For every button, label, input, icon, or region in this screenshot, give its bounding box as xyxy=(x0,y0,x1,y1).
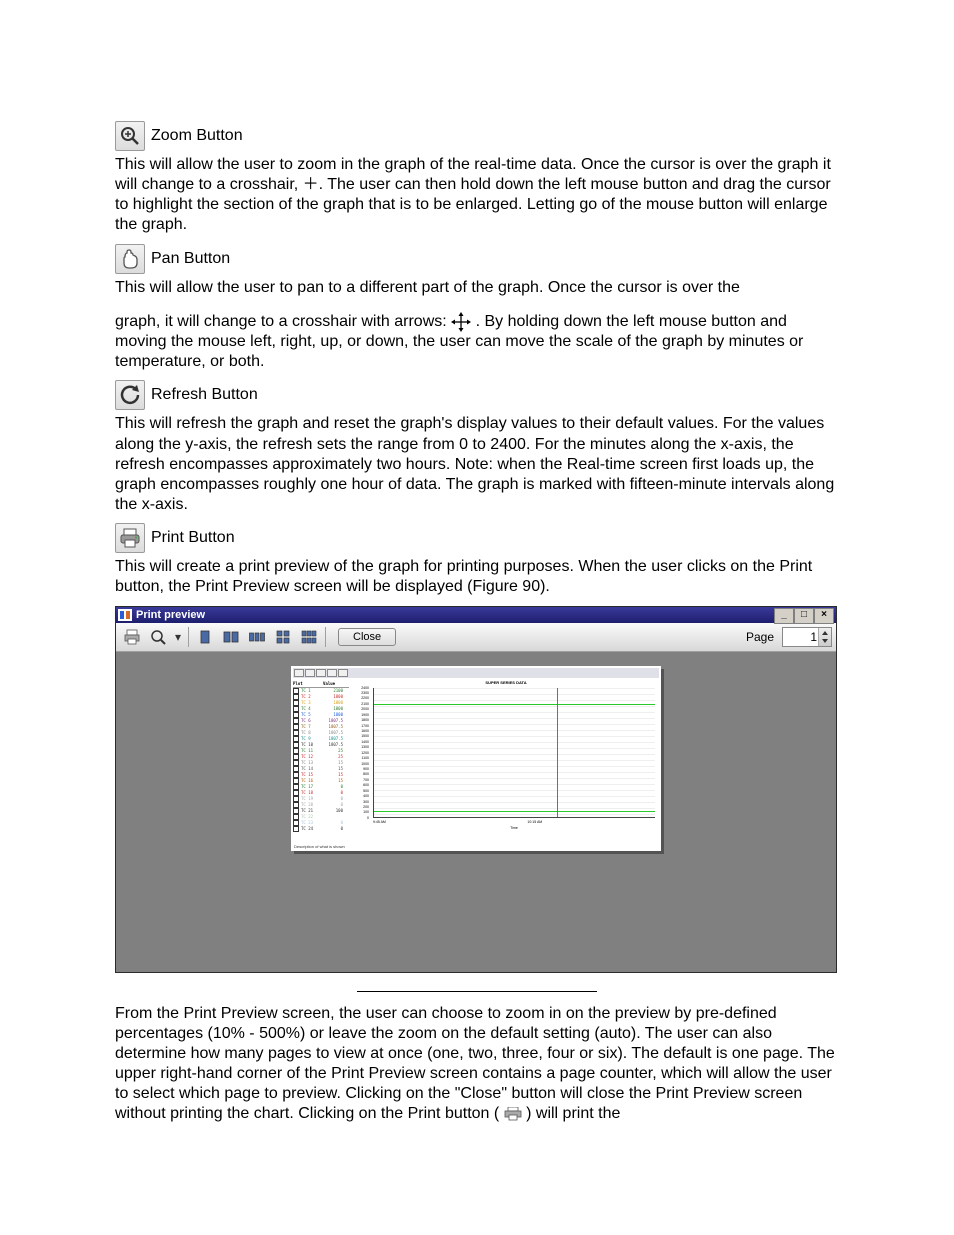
chart-area: SUPER SERIES DATA 2400230022002100200019… xyxy=(353,680,659,832)
window-app-icon xyxy=(118,609,132,621)
toolbar-print-button[interactable] xyxy=(120,625,144,649)
toolbar-six-page-button[interactable] xyxy=(297,625,321,649)
series-row: TC 21100 xyxy=(293,808,349,814)
pan-body-2: graph, it will change to a crosshair wit… xyxy=(115,312,839,373)
series-row: TC 1315 xyxy=(293,760,349,766)
x-tick: 9:45 AM xyxy=(373,820,386,828)
close-window-button[interactable]: × xyxy=(814,608,834,624)
series-row: TC 200 xyxy=(293,802,349,808)
chart-title: SUPER SERIES DATA xyxy=(353,680,659,685)
refresh-title: Refresh Button xyxy=(151,386,258,404)
toolbar-zoom-button[interactable] xyxy=(146,625,170,649)
refresh-section: Refresh Button This will refresh the gra… xyxy=(115,380,839,515)
list-header-value: Value xyxy=(323,681,335,686)
after-body: From the Print Preview screen, the user … xyxy=(115,1004,839,1125)
print-section: Print Button This will create a print pr… xyxy=(115,523,839,597)
toolbar-three-page-button[interactable] xyxy=(245,625,269,649)
window-title: Print preview xyxy=(136,609,205,621)
divider xyxy=(357,991,597,992)
series-row: TC 31800 xyxy=(293,700,349,706)
x-tick: 10:15 AM xyxy=(527,820,542,828)
toolbar-separator xyxy=(325,627,326,647)
series-row: TC 41800 xyxy=(293,706,349,712)
after-body-post: ) will print the xyxy=(526,1105,620,1122)
print-icon xyxy=(115,523,145,553)
maximize-button[interactable]: □ xyxy=(794,608,814,624)
preview-canvas: Plot Value TC 12100TC 21800TC 31800TC 41… xyxy=(116,652,836,972)
zoom-body: This will allow the user to zoom in the … xyxy=(115,155,839,236)
print-preview-window: Print preview _ □ × ▾ xyxy=(115,606,837,973)
toolbar-close-button[interactable]: Close xyxy=(338,628,396,646)
paper-footer: Description of what is shown xyxy=(294,844,345,849)
series-row: TC 91807.5 xyxy=(293,736,349,742)
preview-toolbar: ▾ Close Page 1 xyxy=(116,623,836,652)
series-row: TC 101807.5 xyxy=(293,742,349,748)
series-row: TC 180 xyxy=(293,790,349,796)
series-row: TC 71807.5 xyxy=(293,724,349,730)
series-row: TC 1415 xyxy=(293,766,349,772)
window-titlebar: Print preview _ □ × xyxy=(116,607,836,623)
series-row: TC 21800 xyxy=(293,694,349,700)
zoom-section: Zoom Button This will allow the user to … xyxy=(115,121,839,236)
toolbar-one-page-button[interactable] xyxy=(193,625,217,649)
page-value: 1 xyxy=(810,630,817,644)
mini-toolbar xyxy=(293,668,659,678)
minimize-button[interactable]: _ xyxy=(774,608,794,624)
series-row: TC 61807.5 xyxy=(293,718,349,724)
series-row: TC 240 xyxy=(293,826,349,832)
page-label: Page xyxy=(746,630,774,644)
toolbar-two-page-button[interactable] xyxy=(219,625,243,649)
plot xyxy=(373,688,655,818)
pan-section: Pan Button This will allow the user to p… xyxy=(115,244,839,373)
series-list: Plot Value TC 12100TC 21800TC 31800TC 41… xyxy=(293,680,349,832)
pan-title: Pan Button xyxy=(151,250,230,268)
toolbar-separator xyxy=(188,627,189,647)
series-row: TC 230 xyxy=(293,820,349,826)
toolbar-four-page-button[interactable] xyxy=(271,625,295,649)
zoom-title: Zoom Button xyxy=(151,127,243,145)
move-cursor-icon xyxy=(451,312,471,332)
refresh-body: This will refresh the graph and reset th… xyxy=(115,414,839,515)
series-row: TC 81807.5 xyxy=(293,730,349,736)
print-title: Print Button xyxy=(151,529,235,547)
y-axis: 2400230022002100200019001800170016001500… xyxy=(353,688,371,818)
toolbar-zoom-dropdown[interactable]: ▾ xyxy=(172,625,184,649)
list-header-plot: Plot xyxy=(293,681,323,686)
series-row: TC 1225 xyxy=(293,754,349,760)
inline-print-icon xyxy=(504,1107,522,1121)
spinner-arrows-icon[interactable] xyxy=(818,628,831,646)
series-row: TC 190 xyxy=(293,796,349,802)
series-row: TC 1615 xyxy=(293,778,349,784)
zoom-icon xyxy=(115,121,145,151)
after-body-pre: From the Print Preview screen, the user … xyxy=(115,1005,835,1123)
series-row: TC 1515 xyxy=(293,772,349,778)
x-axis: 9:45 AM Time 10:15 AM xyxy=(373,820,655,828)
series-row: TC 12100 xyxy=(293,688,349,694)
refresh-icon xyxy=(115,380,145,410)
pan-body-2-pre: graph, it will change to a crosshair wit… xyxy=(115,313,451,330)
preview-page: Plot Value TC 12100TC 21800TC 31800TC 41… xyxy=(291,666,661,851)
print-body: This will create a print preview of the … xyxy=(115,557,839,597)
page-spinner[interactable]: 1 xyxy=(782,627,832,647)
x-axis-label: Time xyxy=(510,826,518,830)
series-row: TC 51800 xyxy=(293,712,349,718)
pan-body-1: This will allow the user to pan to a dif… xyxy=(115,278,839,298)
series-row: TC 170 xyxy=(293,784,349,790)
pan-icon xyxy=(115,244,145,274)
series-row: TC 1125 xyxy=(293,748,349,754)
